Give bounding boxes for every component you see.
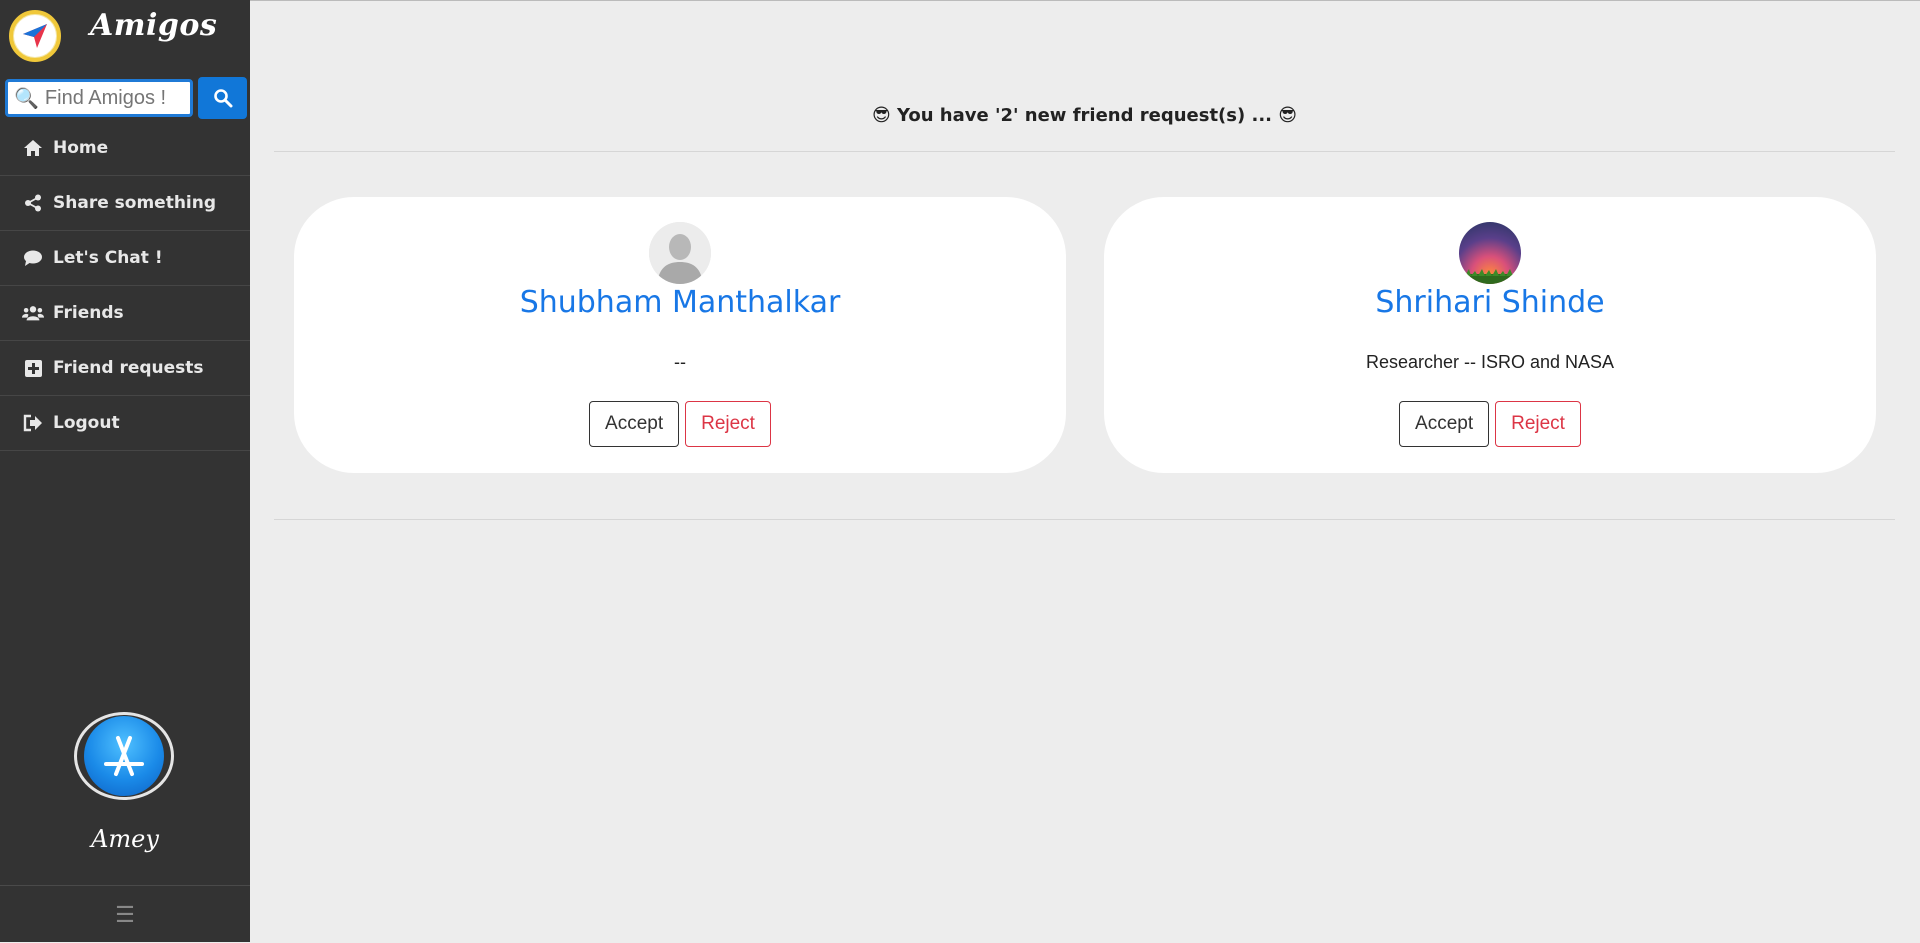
sidebar-item-label: Friends	[53, 303, 124, 323]
compass-logo-icon[interactable]	[9, 10, 61, 62]
sidebar-item-friends[interactable]: Friends	[0, 286, 250, 341]
brand: Amigos	[0, 0, 250, 72]
sidebar-item-friend-requests[interactable]: Friend requests	[0, 341, 250, 396]
home-icon	[22, 138, 44, 158]
avatar[interactable]	[1459, 222, 1521, 284]
friend-request-card: Shubham Manthalkar -- Accept Reject	[294, 197, 1066, 473]
request-name[interactable]: Shubham Manthalkar	[294, 285, 1066, 320]
sidebar: Amigos 🔍 Home Share something Let'	[0, 0, 250, 942]
plus-square-icon	[22, 358, 44, 378]
divider	[274, 519, 1895, 520]
sidebar-nav: Home Share something Let's Chat ! Friend…	[0, 121, 250, 451]
search-input[interactable]	[42, 85, 187, 111]
sidebar-item-logout[interactable]: Logout	[0, 396, 250, 451]
app-store-logo-icon	[84, 716, 164, 796]
page-title: 😎 You have '2' new friend request(s) ...…	[871, 105, 1298, 126]
sidebar-item-label: Let's Chat !	[53, 248, 163, 268]
profile-name: Amey	[91, 825, 159, 853]
sidebar-item-label: Logout	[53, 413, 120, 433]
request-bio: Researcher -- ISRO and NASA	[1365, 352, 1615, 372]
avatar[interactable]	[74, 712, 174, 800]
divider	[274, 151, 1895, 152]
share-icon	[22, 193, 44, 213]
magnifier-icon: 🔍	[14, 87, 39, 110]
main-content: 😎 You have '2' new friend request(s) ...…	[250, 0, 1920, 942]
sidebar-item-label: Friend requests	[53, 358, 204, 378]
search-icon	[213, 89, 232, 108]
reject-button[interactable]: Reject	[685, 401, 771, 447]
sign-out-icon	[22, 413, 44, 433]
users-icon	[22, 303, 44, 323]
sidebar-item-chat[interactable]: Let's Chat !	[0, 231, 250, 286]
app-name[interactable]: Amigos	[90, 8, 217, 43]
reject-button[interactable]: Reject	[1495, 401, 1581, 447]
sidebar-item-share[interactable]: Share something	[0, 176, 250, 231]
hamburger-icon: ☰	[115, 901, 135, 927]
chat-bubble-icon	[22, 248, 44, 268]
accept-button[interactable]: Accept	[589, 401, 680, 447]
sidebar-item-label: Home	[53, 138, 109, 158]
sidebar-item-label: Share something	[53, 193, 217, 213]
friend-request-card: Shrihari Shinde Researcher -- ISRO and N…	[1104, 197, 1876, 473]
avatar[interactable]	[649, 222, 711, 284]
request-bio: --	[674, 352, 686, 372]
menu-toggle[interactable]: ☰	[0, 885, 250, 943]
search-button[interactable]	[198, 77, 247, 119]
sidebar-item-home[interactable]: Home	[0, 121, 250, 176]
accept-button[interactable]: Accept	[1399, 401, 1490, 447]
search-field[interactable]: 🔍	[5, 79, 193, 117]
request-name[interactable]: Shrihari Shinde	[1104, 285, 1876, 320]
